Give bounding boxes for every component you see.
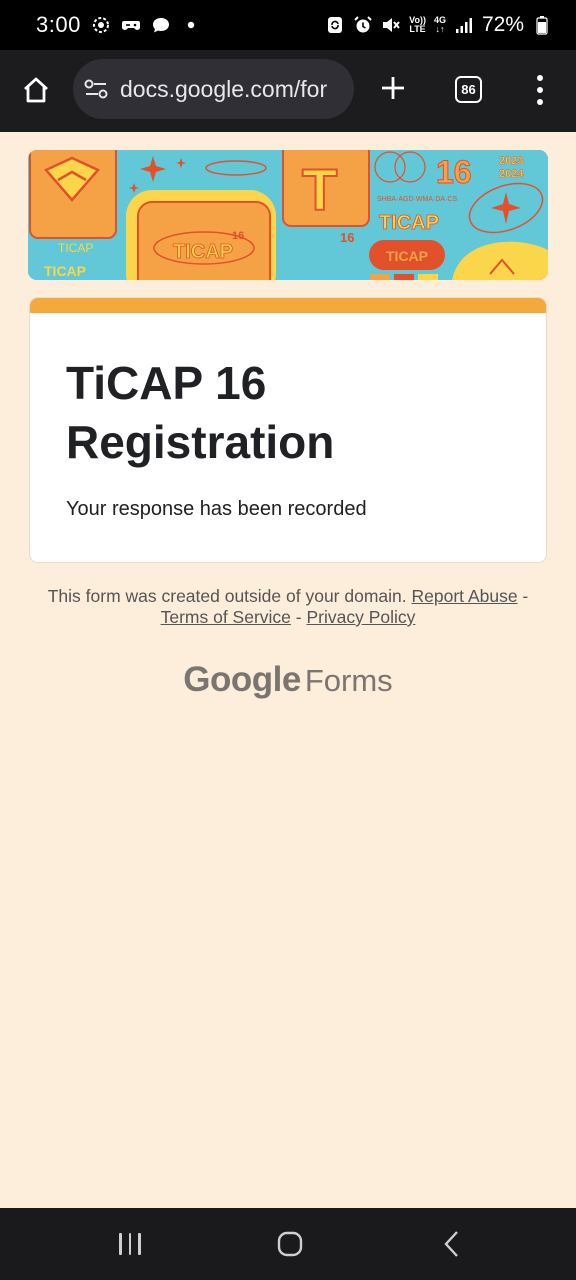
site-settings-icon[interactable]: [83, 76, 109, 102]
notification-dot-icon: [181, 15, 201, 35]
banner-ticap-c: TICAP: [173, 241, 233, 263]
recents-bar-icon: [119, 1233, 122, 1255]
network-4g-indicator: 4G ↓↑: [434, 16, 446, 34]
banner-number-a: 16: [232, 230, 244, 242]
system-navigation-bar: [0, 1208, 576, 1280]
banner-number-b: 16: [340, 230, 354, 245]
home-button[interactable]: [20, 72, 52, 108]
plus-icon: [382, 77, 404, 99]
footer-separator: -: [290, 607, 307, 627]
home-icon: [24, 77, 48, 103]
privacy-policy-link[interactable]: Privacy Policy: [306, 607, 415, 627]
status-right: Vo)) LTE 4G ↓↑ 72%: [325, 13, 552, 37]
form-footer: This form was created outside of your do…: [40, 586, 536, 628]
tab-count: 86: [461, 82, 476, 97]
browser-toolbar: docs.google.com/for 86: [0, 50, 576, 132]
menu-dot-icon: [537, 87, 543, 93]
signal-icon: [454, 15, 474, 35]
volte-bottom-text: LTE: [409, 24, 426, 34]
form-card: TiCAP 16 Registration Your response has …: [29, 297, 547, 563]
address-bar[interactable]: docs.google.com/for: [73, 59, 354, 119]
banner-letter-t: T: [302, 158, 337, 223]
banner-ticap-b: TICAP: [44, 263, 86, 279]
new-tab-button[interactable]: [378, 73, 408, 103]
domain-notice: This form was created outside of your do…: [47, 586, 407, 606]
footer-separator: -: [517, 586, 529, 606]
terms-of-service-link[interactable]: Terms of Service: [161, 607, 291, 627]
form-title: TiCAP 16 Registration: [66, 357, 335, 468]
back-button[interactable]: [440, 1230, 462, 1258]
home-nav-button[interactable]: [276, 1230, 304, 1258]
menu-dot-icon: [537, 75, 543, 81]
banner-ticap-e: TICAP: [386, 248, 428, 264]
recents-bar-icon: [128, 1233, 132, 1255]
mute-icon: [381, 15, 401, 35]
google-forms-logo[interactable]: Google Forms: [0, 660, 576, 700]
banner-ticap-a: TICAP: [58, 241, 93, 255]
forms-wordmark: Forms: [304, 663, 393, 698]
banner-years-b: 2024: [499, 168, 524, 180]
status-bar: 3:00 Vo)) LTE 4G ↓↑ 72%: [0, 0, 576, 50]
card-accent-bar: [30, 298, 546, 313]
banner-ticap-d: TICAP: [379, 212, 439, 234]
volte-indicator: Vo)) LTE: [409, 16, 426, 34]
recents-bar-icon: [138, 1233, 141, 1255]
form-header-banner: TICAP TICAP TICAP 16 T 16 16 2023 2024 S…: [28, 150, 548, 280]
report-abuse-link[interactable]: Report Abuse: [412, 586, 518, 606]
browser-menu-button[interactable]: [530, 75, 550, 105]
banner-number-c: 16: [436, 154, 472, 190]
settings-gear-icon: [91, 15, 111, 35]
battery-percent: 72%: [481, 13, 524, 36]
game-controller-icon: [121, 15, 141, 35]
sync-icon: [325, 15, 345, 35]
google-wordmark: Google: [183, 660, 301, 699]
chat-bubble-icon: [151, 15, 171, 35]
battery-icon: [532, 15, 552, 35]
home-circle-icon: [277, 1231, 303, 1257]
confirmation-message: Your response has been recorded: [66, 498, 367, 520]
net-arrows-text: ↓↑: [435, 24, 445, 34]
recent-apps-button[interactable]: [117, 1230, 143, 1258]
banner-years-a: 2023: [499, 155, 523, 167]
status-left: 3:00: [36, 12, 201, 38]
tab-switcher-button[interactable]: 86: [455, 76, 482, 103]
menu-dot-icon: [537, 99, 543, 105]
status-time: 3:00: [36, 12, 81, 37]
banner-tracks: SHBA·AGD·WMA·DA·CS: [377, 196, 457, 203]
url-text: docs.google.com/for: [120, 75, 328, 102]
back-chevron-icon: [444, 1231, 458, 1257]
alarm-icon: [353, 15, 373, 35]
